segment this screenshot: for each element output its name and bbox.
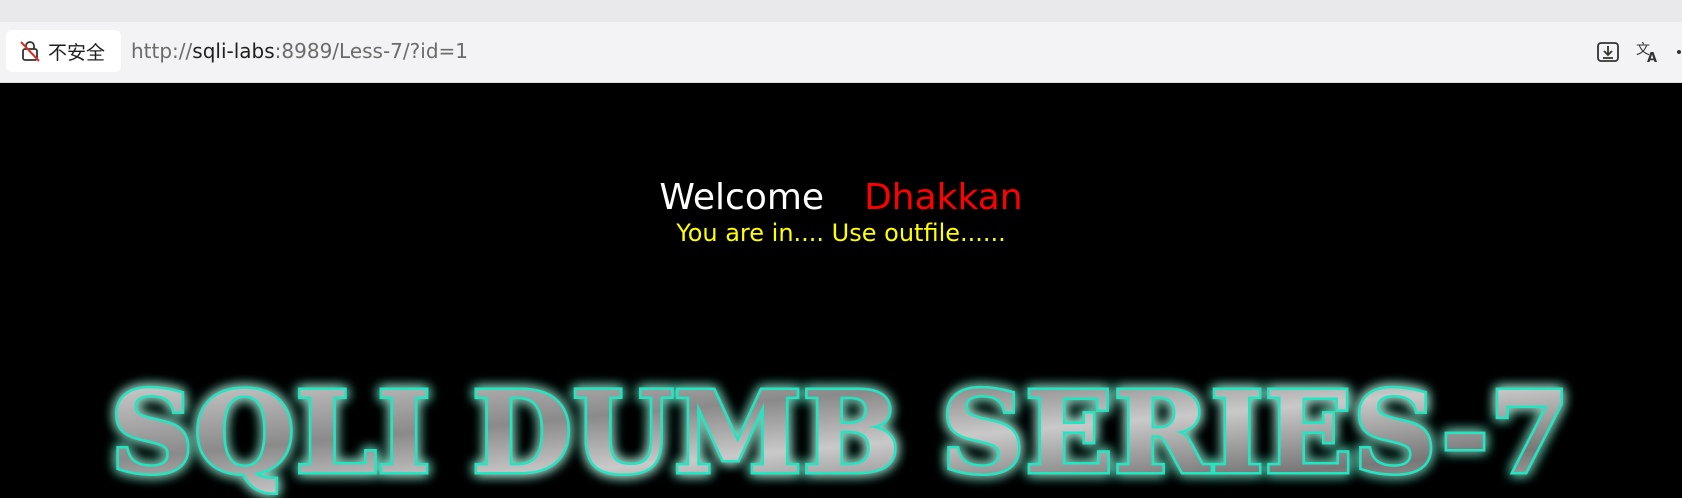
url-host: sqli-labs bbox=[192, 39, 275, 63]
series-title-text: SQLI DUMB SERIES-7 bbox=[110, 368, 1570, 498]
download-icon[interactable] bbox=[1595, 39, 1621, 65]
welcome-line: Welcome Dhakkan bbox=[0, 176, 1682, 220]
translate-icon[interactable]: 文 A bbox=[1635, 39, 1661, 66]
more-icon[interactable] bbox=[1674, 39, 1682, 65]
welcome-text: Welcome bbox=[659, 177, 825, 218]
url-path: :8989/Less-7/?id=1 bbox=[274, 39, 468, 63]
address-bar[interactable]: http://sqli-labs:8989/Less-7/?id=1 bbox=[131, 30, 468, 72]
address-toolbar: 不安全 http://sqli-labs:8989/Less-7/?id=1 文… bbox=[0, 22, 1682, 83]
url-scheme: http:// bbox=[131, 39, 193, 63]
status-message: You are in.... Use outfile...... bbox=[676, 219, 1006, 247]
not-secure-icon bbox=[18, 39, 42, 63]
tab-strip bbox=[0, 0, 1682, 22]
series-title-banner: SQLI DUMB SERIES-7 bbox=[108, 366, 1573, 498]
page-body: Welcome Dhakkan You are in.... Use outfil… bbox=[0, 84, 1682, 498]
security-label: 不安全 bbox=[48, 41, 106, 64]
user-name: Dhakkan bbox=[864, 177, 1023, 218]
svg-text:A: A bbox=[1647, 51, 1657, 65]
site-security-button[interactable]: 不安全 bbox=[6, 30, 121, 72]
